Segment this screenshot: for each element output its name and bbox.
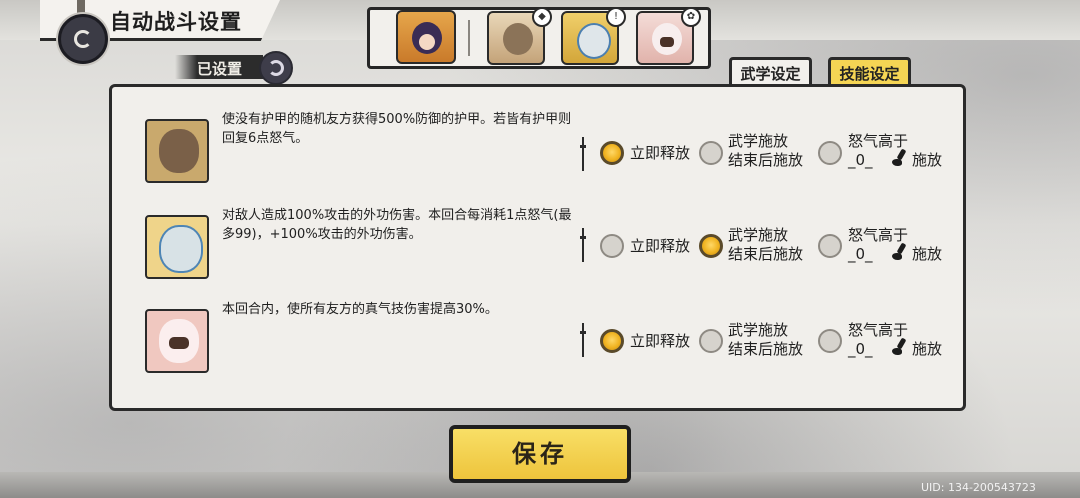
page-title: 自动战斗设置 (110, 10, 242, 34)
save-button[interactable]: 保存 (449, 425, 631, 483)
skill-art-2 (159, 225, 203, 273)
skill-icon-3 (145, 309, 209, 373)
option-after-line1: 武学施放 (728, 132, 789, 150)
tab-skill-settings[interactable]: 技能设定 (828, 57, 911, 87)
row-divider (580, 323, 586, 357)
member-face-3 (652, 23, 682, 55)
member-badge-2: ! (606, 7, 626, 27)
radio-rage-above[interactable] (818, 234, 842, 258)
option-after-line2: 结束后施放 (728, 245, 804, 263)
option-immediate-label: 立即释放 (630, 237, 691, 255)
option-after-line1: 武学施放 (728, 226, 789, 244)
rage-value-input[interactable]: _0_ (848, 245, 873, 263)
option-rage-suffix: 施放 (912, 151, 943, 169)
leader-face (412, 22, 442, 54)
team-divider (468, 20, 470, 56)
radio-rage-above[interactable] (818, 329, 842, 353)
skill-art-1 (159, 129, 199, 173)
member-face-2 (577, 23, 611, 59)
radio-immediate[interactable] (600, 329, 624, 353)
skill-description: 本回合内，使所有友方的真气技伤害提高30%。 (222, 302, 498, 317)
skill-description: 对敌人造成100%攻击的外功伤害。本回合每消耗1点怒气(最多99)，+100%攻… (222, 208, 572, 242)
rage-value-input[interactable]: _0_ (848, 340, 873, 358)
skill-art-3 (159, 319, 199, 363)
radio-after-martial[interactable] (699, 141, 723, 165)
skill-row: 对敌人造成100%攻击的外功伤害。本回合每消耗1点怒气(最多99)，+100%攻… (112, 201, 963, 301)
status-label: 已设置 (197, 60, 243, 78)
radio-immediate[interactable] (600, 141, 624, 165)
brush-edit-icon[interactable] (892, 243, 908, 261)
member-badge-3: ✿ (681, 7, 701, 27)
option-rage-suffix: 施放 (912, 245, 943, 263)
skill-settings-panel: 使没有护甲的随机友方获得500%防御的护甲。若皆有护甲则回复6点怒气。 立即释放… (109, 84, 966, 411)
tab-martial-settings[interactable]: 武学设定 (729, 57, 812, 87)
radio-after-martial[interactable] (699, 234, 723, 258)
skill-icon-1 (145, 119, 209, 183)
option-rage-suffix: 施放 (912, 340, 943, 358)
skill-row: 使没有护甲的随机友方获得500%防御的护甲。若皆有护甲则回复6点怒气。 立即释放… (112, 105, 963, 205)
option-after-line2: 结束后施放 (728, 151, 804, 169)
option-after-line1: 武学施放 (728, 321, 789, 339)
skill-icon-2 (145, 215, 209, 279)
member-face-1 (503, 23, 533, 55)
radio-after-martial[interactable] (699, 329, 723, 353)
option-immediate-label: 立即释放 (630, 332, 691, 350)
option-immediate-label: 立即释放 (630, 144, 691, 162)
uid-label: UID: 134-200543723 (921, 481, 1036, 494)
radio-rage-above[interactable] (818, 141, 842, 165)
radio-immediate[interactable] (600, 234, 624, 258)
option-after-line2: 结束后施放 (728, 340, 804, 358)
row-divider (580, 228, 586, 262)
rage-value-input[interactable]: _0_ (848, 151, 873, 169)
member-badge-1: ◆ (532, 7, 552, 27)
back-emblem-icon[interactable] (58, 14, 108, 64)
row-divider (580, 137, 586, 171)
swirl-icon[interactable] (259, 51, 293, 85)
skill-description: 使没有护甲的随机友方获得500%防御的护甲。若皆有护甲则回复6点怒气。 (222, 112, 572, 146)
leader-portrait[interactable] (396, 10, 456, 64)
brush-edit-icon[interactable] (892, 149, 908, 167)
brush-edit-icon[interactable] (892, 338, 908, 356)
skill-row: 本回合内，使所有友方的真气技伤害提高30%。 立即释放 武学施放 结束后施放 怒… (112, 297, 963, 397)
